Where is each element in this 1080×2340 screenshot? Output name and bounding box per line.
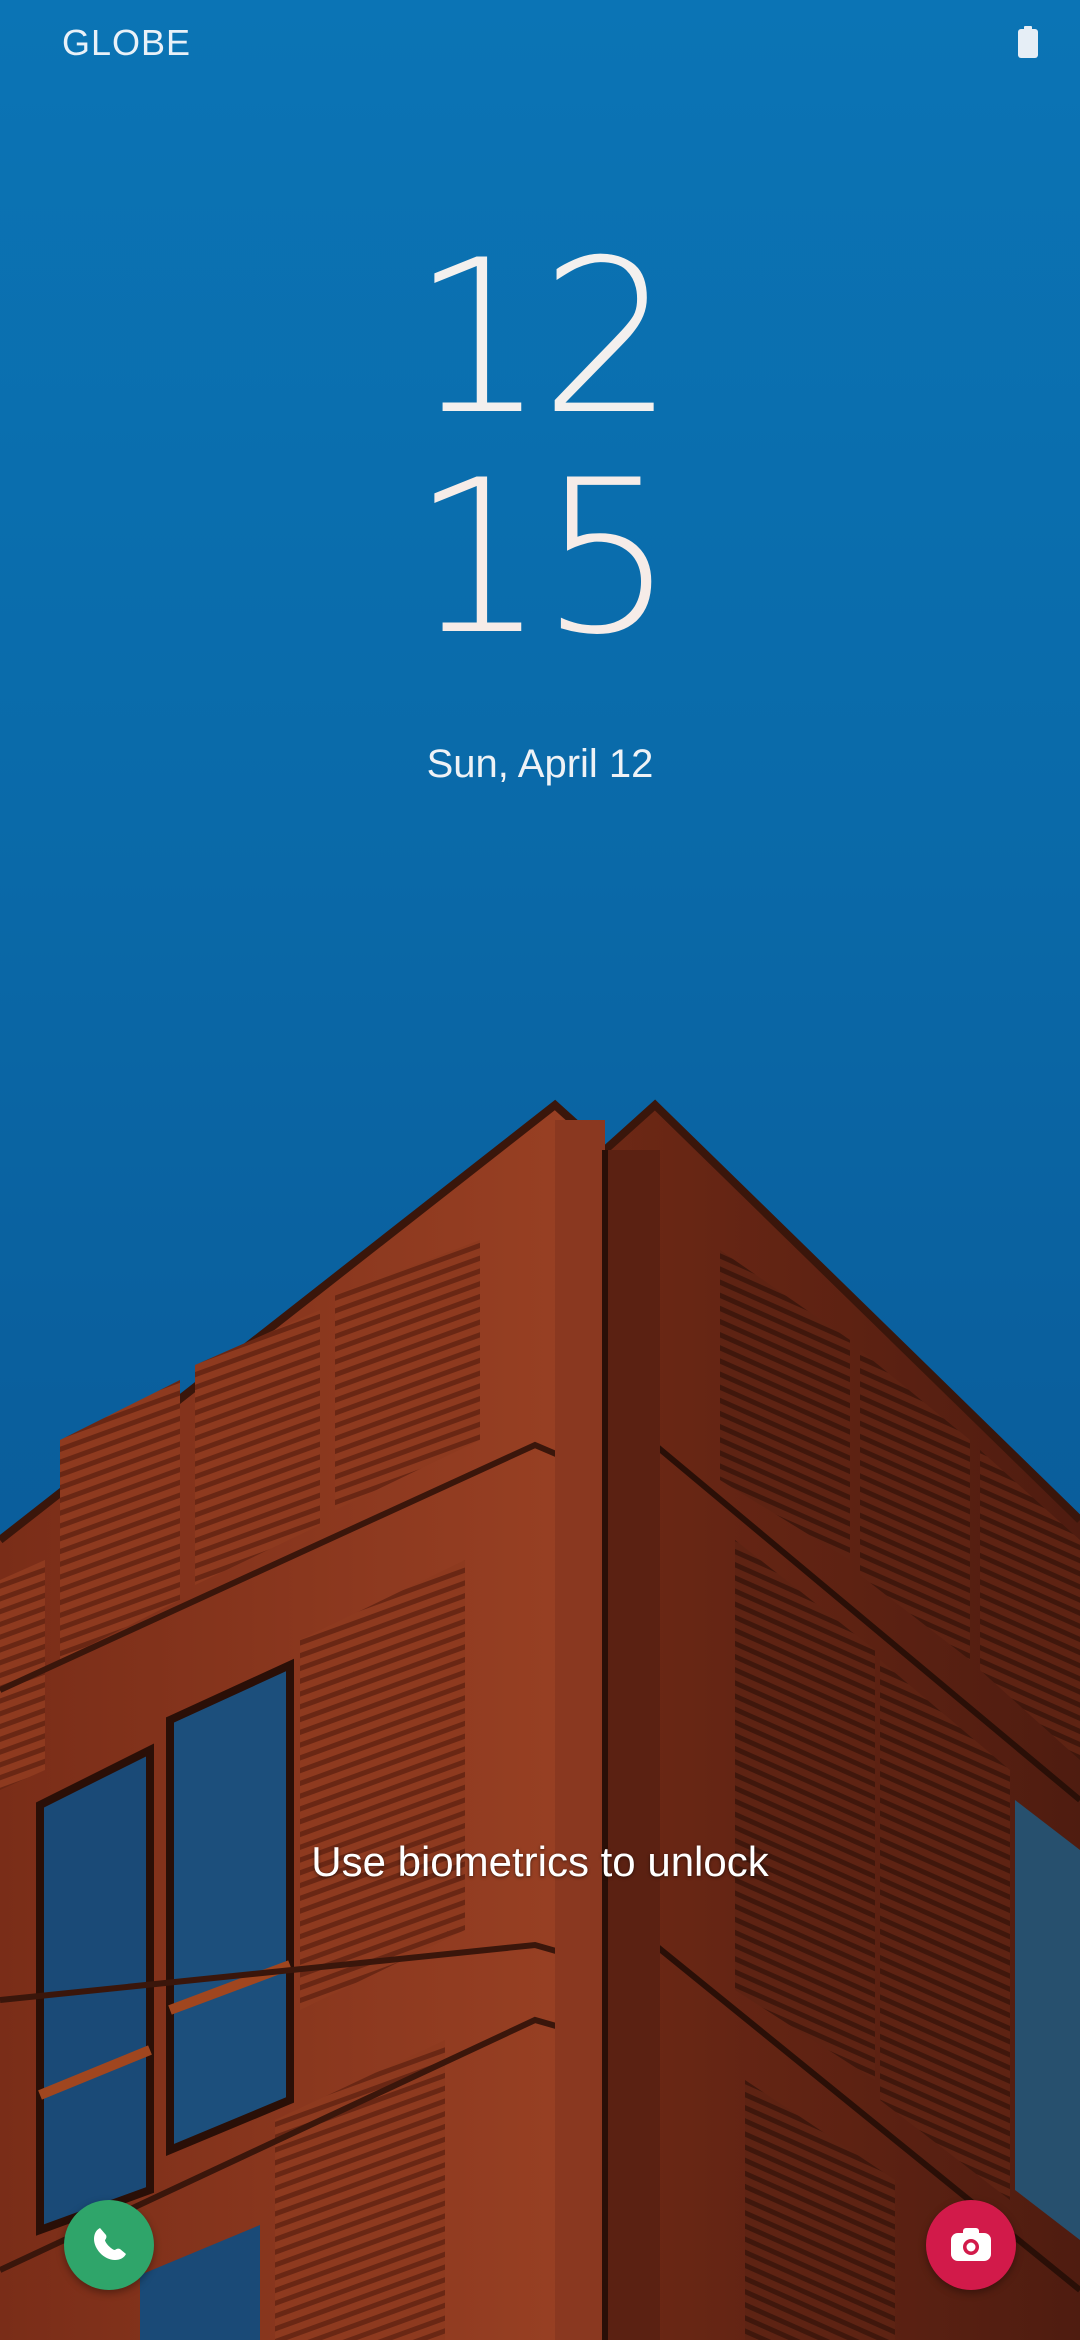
lock-screen: GLOBE 12 15 Sun, April 12 Use biometrics… bbox=[0, 0, 1080, 2340]
camera-icon bbox=[951, 2228, 991, 2261]
clock-hours: 12 bbox=[411, 214, 675, 461]
battery-icon bbox=[1018, 26, 1038, 58]
phone-icon bbox=[94, 2228, 126, 2260]
date-label: Sun, April 12 bbox=[426, 742, 654, 786]
phone-shortcut-button[interactable] bbox=[64, 2200, 154, 2290]
camera-shortcut-button[interactable] bbox=[926, 2200, 1016, 2290]
carrier-label: GLOBE bbox=[62, 22, 192, 63]
unlock-hint: Use biometrics to unlock bbox=[311, 1838, 769, 1885]
status-bar: GLOBE bbox=[0, 0, 1080, 90]
clock-minutes: 15 bbox=[411, 434, 675, 681]
